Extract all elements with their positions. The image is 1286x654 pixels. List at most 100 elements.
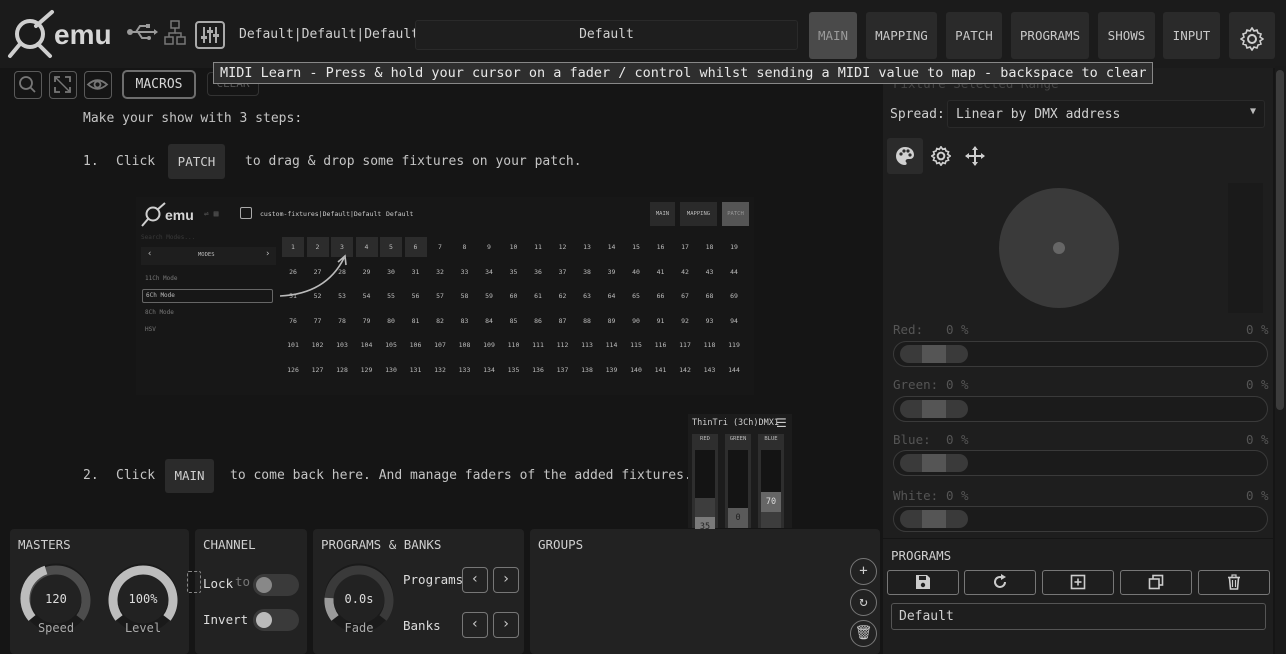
nav-programs-button[interactable]: PROGRAMS	[1011, 12, 1089, 59]
mini-address-cell: 8	[462, 243, 467, 251]
add-group-button[interactable]: +	[850, 558, 877, 585]
mini-address-cell: 76	[289, 316, 297, 325]
mini-address-cell: 128	[336, 365, 348, 374]
color-wheel-handle[interactable]	[1053, 242, 1065, 254]
copy-icon	[1148, 574, 1164, 594]
mini-address-cell: 109	[483, 341, 495, 349]
mini-address-cell: 81	[411, 316, 420, 325]
mini-address-cell: 136	[532, 365, 544, 374]
settings-button[interactable]	[1229, 12, 1275, 59]
banks-prev-button[interactable]: ‹	[462, 612, 488, 638]
color-wheel[interactable]	[999, 188, 1119, 308]
mini-address-cell: 19	[730, 243, 738, 251]
new-program-button[interactable]	[1042, 570, 1114, 595]
show-name-field[interactable]: Default	[415, 20, 798, 50]
blue-fader[interactable]: BLUE 70	[758, 434, 784, 528]
color-tab[interactable]	[887, 138, 923, 174]
blue-slider[interactable]	[893, 450, 1268, 476]
mini-address-cell: 68	[705, 292, 714, 300]
mini-address-cell: 126	[287, 365, 299, 374]
trash-icon: 🗑	[854, 625, 873, 641]
view-button[interactable]	[84, 71, 112, 99]
menu-icon[interactable]: ☰	[776, 416, 787, 430]
red-slider[interactable]	[893, 341, 1268, 367]
gear-icon[interactable]	[930, 145, 952, 170]
mini-address-cell: 116	[654, 341, 667, 349]
spread-label: Spread:	[890, 107, 945, 122]
nav-mapping-button[interactable]: MAPPING	[866, 12, 937, 59]
channel-title: CHANNEL	[203, 537, 256, 552]
mini-path: custom-fixtures|Default|Default	[260, 210, 382, 218]
mini-show: Default	[386, 210, 414, 218]
fullscreen-button[interactable]	[49, 71, 77, 99]
faders-icon[interactable]	[195, 21, 225, 53]
mini-address-cell: 13	[583, 243, 591, 251]
nav-main-button[interactable]: MAIN	[809, 12, 857, 59]
nav-shows-button[interactable]: SHOWS	[1098, 12, 1155, 59]
refresh-group-button[interactable]: ↻	[850, 589, 877, 616]
mini-address-cell: 41	[656, 267, 665, 276]
spread-select[interactable]: Linear by DMX address ▼	[947, 100, 1265, 128]
programs-title: PROGRAMS	[891, 548, 952, 563]
programs-next-button[interactable]: ›	[493, 567, 519, 593]
reload-program-button[interactable]	[964, 570, 1036, 595]
invert-toggle[interactable]	[253, 609, 299, 631]
mini-mode-item: 11Ch Mode	[145, 275, 178, 282]
lock-toggle[interactable]	[253, 574, 299, 596]
patch-tutorial-image: emu ⇌ ▦ custom-fixtures|Default|Default …	[136, 197, 754, 395]
brightness-bar[interactable]	[1228, 183, 1263, 313]
mini-address-cell: 9	[487, 243, 491, 251]
mini-address-cell: 35	[509, 267, 518, 276]
mini-address-cell: 18	[705, 243, 714, 251]
macros-button[interactable]: MACROS	[122, 70, 196, 99]
step1-number: 1.	[83, 154, 99, 169]
svg-text:emu: emu	[165, 207, 194, 223]
mini-address-cell: 59	[485, 292, 493, 300]
fixture-title: ThinTri (3Ch)DMX1	[692, 418, 779, 428]
red-fader[interactable]: RED 35	[692, 434, 718, 537]
mini-address-cell: 36	[534, 267, 542, 276]
logo-text: emu	[54, 19, 112, 50]
mini-address-cell: 134	[483, 365, 495, 374]
top-bar: emu Default|Default|Default Default MAIN…	[0, 0, 1286, 68]
green-slider[interactable]	[893, 396, 1268, 422]
move-icon[interactable]	[965, 146, 985, 170]
mini-address-cell: 137	[556, 365, 569, 374]
duplicate-program-button[interactable]	[1120, 570, 1192, 595]
nav-patch-button[interactable]: PATCH	[946, 12, 1002, 59]
nav-input-button[interactable]: INPUT	[1163, 12, 1220, 59]
white-slider[interactable]	[893, 506, 1268, 532]
mini-address-cell: 88	[583, 316, 591, 325]
mini-address-cell: 104	[360, 341, 373, 349]
mini-address-cell: 34	[485, 267, 493, 276]
banks-next-button[interactable]: ›	[493, 612, 519, 638]
intro-text: Make your show with 3 steps:	[83, 111, 303, 126]
scrollbar-thumb[interactable]	[1276, 70, 1284, 410]
save-program-button[interactable]	[887, 570, 959, 595]
step2-click-text: Click	[116, 468, 156, 483]
mini-address-cell: 30	[387, 267, 395, 276]
mini-chevron-right-icon: ›	[265, 249, 271, 259]
network-icon[interactable]	[164, 20, 186, 50]
chevron-right-icon: ›	[501, 571, 511, 587]
mini-address-cell: 29	[362, 267, 371, 276]
mini-address-cell: 101	[287, 341, 299, 349]
green-fader[interactable]: GREEN 0	[725, 434, 751, 528]
delete-program-button[interactable]	[1198, 570, 1270, 595]
mini-address-cell: 17	[681, 243, 689, 251]
save-icon	[915, 575, 931, 594]
program-name-input[interactable]: Default	[891, 603, 1266, 630]
focus-icon[interactable]	[187, 571, 201, 593]
mini-address-cell: 57	[436, 292, 444, 300]
delete-group-button[interactable]: 🗑	[850, 620, 877, 647]
emu-logo[interactable]: emu	[6, 8, 118, 62]
search-button[interactable]	[14, 71, 42, 99]
programs-prev-button[interactable]: ‹	[462, 567, 488, 593]
mini-address-cell: 39	[607, 267, 616, 276]
palette-icon	[896, 147, 914, 165]
show-path: Default|Default|Default	[239, 27, 420, 42]
usb-icon[interactable]	[126, 20, 158, 48]
red-value-right: 0 %	[1246, 322, 1269, 337]
mini-modes-header: ‹ MODES ›	[141, 247, 276, 265]
mini-address-cell: 11	[534, 243, 542, 251]
